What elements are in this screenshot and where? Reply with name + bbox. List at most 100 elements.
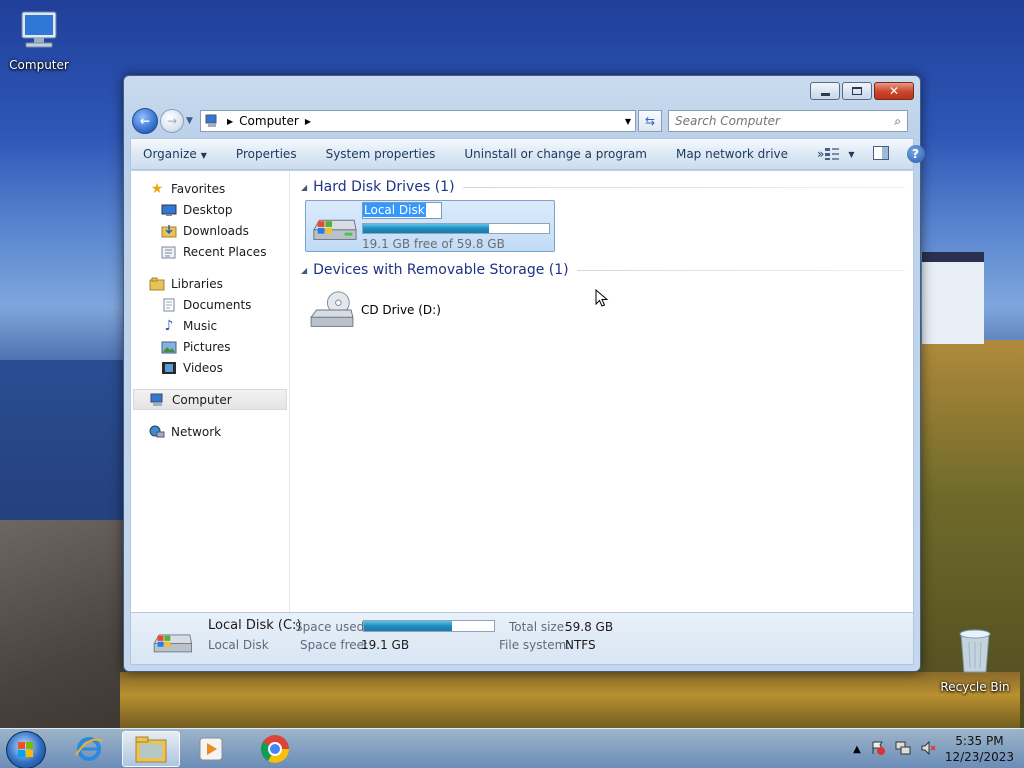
taskbar: ▲ 5:35 PM 12/23/2023 (0, 728, 1024, 768)
search-icon: ⌕ (894, 113, 901, 128)
nav-downloads[interactable]: Downloads (131, 220, 289, 241)
system-tray: ▲ 5:35 PM 12/23/2023 (853, 729, 1014, 768)
nav-recent-places-label: Recent Places (183, 244, 267, 259)
window-caption-buttons: ✕ (810, 82, 914, 100)
command-bar: Organize ▼ Properties System properties U… (130, 138, 925, 170)
nav-pictures[interactable]: Pictures (131, 336, 289, 357)
desktop-recycle-label: Recycle Bin (940, 680, 1010, 694)
show-hidden-icons-button[interactable]: ▲ (853, 744, 861, 755)
videos-icon (161, 360, 177, 376)
address-row: ← → ▼ ▶ Computer ▶ ▼ ⇆ ⌕ (132, 108, 912, 134)
details-pane: Local Disk (C:) Local Disk Space used: S… (130, 613, 914, 665)
nav-network[interactable]: Network (131, 421, 289, 442)
group-header-removable-storage[interactable]: ◢ Devices with Removable Storage (1) (301, 260, 913, 280)
desktop-wallpaper-sea (0, 360, 140, 540)
back-button[interactable]: ← (132, 108, 158, 134)
properties-button[interactable]: Properties (236, 147, 297, 161)
downloads-folder-icon (161, 223, 177, 239)
group-title-hdd: Hard Disk Drives (1) (313, 179, 455, 195)
nav-favorites[interactable]: ★ Favorites (131, 178, 289, 199)
details-file-system-label: File system: (499, 638, 571, 652)
cd-drive-tile[interactable]: CD Drive (D:) (307, 290, 913, 330)
documents-icon (161, 297, 177, 313)
minimize-button[interactable] (810, 82, 840, 100)
collapse-triangle-icon[interactable]: ◢ (301, 183, 307, 192)
nav-documents[interactable]: Documents (131, 294, 289, 315)
maximize-button[interactable] (842, 82, 872, 100)
details-capacity-bar (363, 620, 495, 632)
local-disk-free-text: 19.1 GB free of 59.8 GB (362, 236, 505, 251)
cd-drive-label: CD Drive (D:) (361, 303, 441, 317)
details-space-free-label: Space free: (300, 638, 369, 652)
nav-music[interactable]: ♪ Music (131, 315, 289, 336)
nav-downloads-label: Downloads (183, 223, 249, 238)
start-button[interactable] (6, 731, 46, 768)
capacity-used-fill (363, 223, 490, 233)
details-file-system-value: NTFS (565, 638, 596, 652)
nav-recent-places[interactable]: Recent Places (131, 241, 289, 262)
local-disk-tile[interactable]: Local Disk 19.1 GB free of 59.8 GB (305, 200, 609, 307)
maximize-icon (852, 87, 862, 95)
clock[interactable]: 5:35 PM 12/23/2023 (945, 733, 1014, 765)
organize-button[interactable]: Organize ▼ (143, 147, 207, 161)
breadcrumb-separator-icon[interactable]: ▶ (305, 117, 311, 126)
details-drive-name: Local Disk (C:) (208, 618, 302, 633)
nav-music-label: Music (183, 318, 218, 333)
forward-button[interactable]: → (160, 109, 184, 133)
map-network-drive-button[interactable]: Map network drive (676, 147, 788, 161)
rename-field[interactable]: Local Disk (362, 201, 442, 219)
breadcrumb-separator-icon[interactable]: ▶ (227, 117, 233, 126)
network-status-icon[interactable] (895, 740, 911, 759)
taskbar-internet-explorer[interactable] (60, 731, 118, 767)
nav-videos[interactable]: Videos (131, 357, 289, 378)
mouse-cursor-icon (595, 289, 609, 307)
nav-desktop[interactable]: Desktop (131, 199, 289, 220)
nav-computer[interactable]: Computer (133, 389, 287, 410)
view-options-icon (825, 148, 840, 160)
window-body: ★ Favorites Desktop Downloads Recent Pla… (130, 171, 914, 613)
collapse-triangle-icon[interactable]: ◢ (301, 266, 307, 275)
chrome-icon (261, 735, 289, 763)
desktop-recycle-bin[interactable]: Recycle Bin (938, 628, 1012, 694)
windows-logo-icon (18, 742, 33, 757)
taskbar-windows-explorer[interactable] (122, 731, 180, 767)
system-properties-button[interactable]: System properties (326, 147, 436, 161)
change-view-button[interactable]: ▼ (824, 147, 855, 161)
details-total-size-label: Total size: (509, 620, 569, 634)
preview-pane-button[interactable] (872, 145, 889, 163)
refresh-button[interactable]: ⇆ (638, 110, 662, 132)
address-dropdown-icon[interactable]: ▼ (625, 117, 631, 126)
details-total-size-value: 59.8 GB (565, 620, 614, 634)
search-input[interactable] (675, 114, 895, 128)
minimize-icon (820, 92, 830, 96)
more-commands-button[interactable]: » (817, 147, 824, 161)
nav-computer-label: Computer (172, 392, 232, 407)
chevron-down-icon: ▼ (848, 149, 855, 159)
breadcrumb-computer[interactable]: Computer (239, 114, 299, 128)
desktop-computer-icon[interactable]: Computer (2, 8, 76, 72)
taskbar-media-player[interactable] (182, 731, 240, 767)
nav-network-label: Network (171, 424, 222, 439)
pictures-icon (161, 339, 177, 355)
network-icon (149, 424, 165, 440)
group-header-hard-disk-drives[interactable]: ◢ Hard Disk Drives (1) (301, 177, 913, 197)
nav-libraries[interactable]: Libraries (131, 273, 289, 294)
recycle-bin-icon (959, 629, 991, 673)
recent-pages-dropdown[interactable]: ▼ (186, 116, 196, 126)
computer-icon (150, 392, 166, 408)
address-bar[interactable]: ▶ Computer ▶ ▼ (200, 110, 636, 132)
nav-libraries-label: Libraries (171, 276, 223, 291)
computer-small-icon (205, 114, 217, 127)
taskbar-chrome[interactable] (246, 731, 304, 767)
media-player-icon (199, 737, 223, 761)
close-button[interactable]: ✕ (874, 82, 914, 100)
nav-videos-label: Videos (183, 360, 223, 375)
help-button[interactable]: ? (906, 145, 925, 163)
refresh-icon: ⇆ (644, 114, 656, 128)
uninstall-program-button[interactable]: Uninstall or change a program (464, 147, 647, 161)
search-box[interactable]: ⌕ (668, 110, 908, 132)
nav-favorites-label: Favorites (171, 181, 226, 196)
action-center-icon[interactable] (870, 740, 886, 759)
nav-desktop-label: Desktop (183, 202, 233, 217)
volume-muted-icon[interactable] (920, 740, 936, 759)
